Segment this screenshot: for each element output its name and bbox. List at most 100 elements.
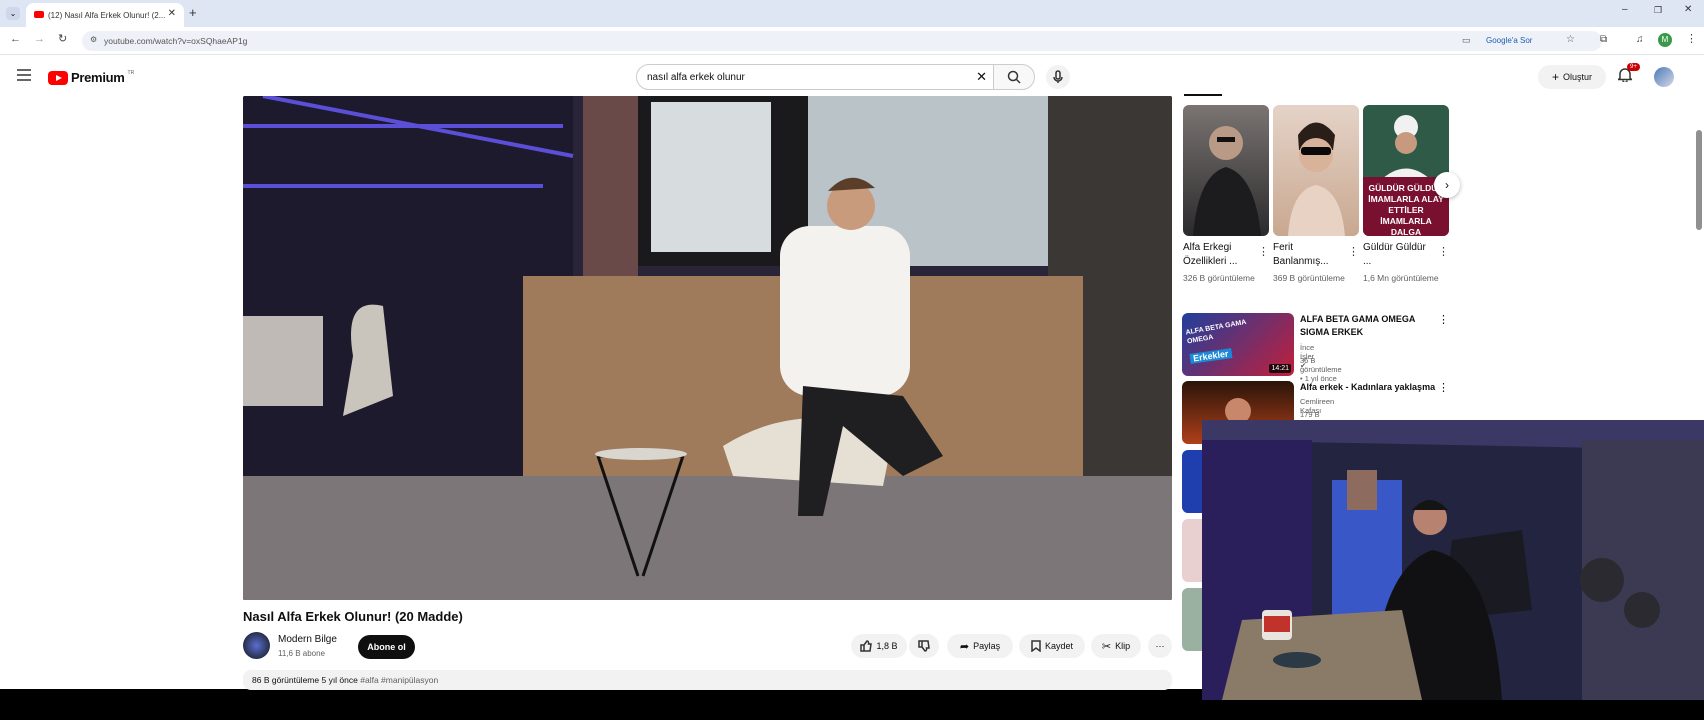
shelf-next-button[interactable]: › — [1434, 172, 1460, 198]
google-ask-button[interactable]: Google'a Sor — [1486, 36, 1532, 45]
browser-toolbar: ← → ↻ ⚙ youtube.com/watch?v=oxSQhaeAP1g … — [0, 27, 1704, 55]
create-label: Oluştur — [1563, 72, 1593, 82]
bookmark-star-icon[interactable]: ☆ — [1566, 34, 1575, 45]
site-info-icon[interactable]: ⚙ — [90, 35, 97, 44]
video-player[interactable] — [243, 96, 1172, 600]
video-description[interactable]: 86 B görüntüleme 5 yıl önce #alfa #manip… — [243, 670, 1172, 690]
subscribe-button[interactable]: Abone ol — [358, 635, 415, 659]
channel-name[interactable]: Modern Bilge — [278, 634, 337, 645]
tab-list-button[interactable]: ⌄ — [6, 7, 20, 20]
short-views: 326 B görüntüleme — [1183, 273, 1255, 283]
more-vertical-icon[interactable]: ⋮ — [1348, 245, 1359, 258]
voice-search-button[interactable] — [1046, 65, 1070, 89]
account-avatar[interactable] — [1654, 67, 1674, 87]
create-button[interactable]: + Oluştur — [1538, 65, 1606, 89]
close-window-icon[interactable]: ✕ — [1684, 4, 1692, 15]
short-thumbnail — [1273, 105, 1359, 236]
back-icon[interactable]: ← — [10, 33, 21, 45]
new-tab-icon[interactable]: + — [189, 5, 197, 20]
thumbs-down-icon — [918, 640, 930, 652]
address-bar[interactable]: ⚙ youtube.com/watch?v=oxSQhaeAP1g ▭ Goog… — [82, 31, 1602, 51]
hashtags[interactable]: #alfa #manipülasyon — [360, 675, 438, 685]
search-value: nasıl alfa erkek olunur — [647, 71, 745, 83]
video-title: ALFA BETA GAMA OMEGA SIGMA ERKEK — [1300, 314, 1415, 337]
thumbs-up-icon — [860, 640, 873, 652]
shelf-tab-underline — [1184, 94, 1222, 96]
clear-search-icon[interactable]: ✕ — [976, 69, 987, 85]
webcam-overlay — [1202, 420, 1704, 700]
short-item[interactable]: Ferit Banlanmış... 369 B görüntüleme ⋮ — [1273, 105, 1361, 285]
tab-title: (12) Nasıl Alfa Erkek Olunur! (2... — [48, 10, 166, 20]
plus-icon: + — [1551, 70, 1559, 84]
scissors-icon: ✂ — [1101, 640, 1112, 653]
video-title: Nasıl Alfa Erkek Olunur! (20 Madde) — [243, 609, 463, 624]
close-tab-icon[interactable]: ✕ — [168, 8, 176, 19]
logo-text: Premium — [71, 70, 125, 85]
upload-age: 5 yıl önce — [321, 675, 358, 685]
share-icon: ➦ — [959, 640, 970, 653]
more-actions-button[interactable]: ⋯ — [1148, 634, 1172, 658]
short-thumbnail: GÜLDÜR GÜLDÜR İMAMLARLA ALAY ETTİLER İMA… — [1363, 105, 1449, 236]
save-label: Kaydet — [1044, 641, 1074, 651]
short-title: Alfa Erkegi Özellikleri ... — [1183, 242, 1238, 267]
maximize-icon[interactable]: ❐ — [1654, 5, 1662, 16]
like-button[interactable]: 1,8 B — [851, 634, 907, 658]
thumbnail-overlay-text: ALFA BETA GAMA OMEGA — [1185, 319, 1247, 346]
youtube-play-icon — [48, 70, 68, 85]
install-icon[interactable]: ▭ — [1462, 35, 1471, 46]
share-button[interactable]: ➦ Paylaş — [947, 634, 1013, 658]
more-vertical-icon[interactable]: ⋮ — [1438, 381, 1449, 394]
short-title: Ferit Banlanmış... — [1273, 242, 1329, 267]
search-button[interactable] — [993, 64, 1035, 90]
dislike-button[interactable] — [909, 634, 939, 658]
thumbnail-overlay-text-2: Erkekler — [1189, 348, 1233, 364]
like-count: 1,8 B — [876, 641, 898, 651]
search-input[interactable]: nasıl alfa erkek olunur ✕ — [636, 64, 994, 90]
video-frame — [243, 96, 1172, 600]
page-scrollbar[interactable] — [1696, 130, 1702, 230]
browser-tab-strip: ⌄ (12) Nasıl Alfa Erkek Olunur! (2... ✕ … — [0, 0, 1704, 27]
video-meta: 36 B görüntüleme • 1 yıl önce — [1300, 356, 1342, 383]
person-thumbnail — [1288, 122, 1345, 236]
chevron-right-icon: › — [1445, 178, 1449, 192]
recommended-thumbnail-partial[interactable] — [1182, 588, 1202, 651]
recommended-thumbnail-partial[interactable] — [1182, 519, 1202, 582]
more-vertical-icon[interactable]: ⋮ — [1438, 245, 1449, 258]
extensions-icon[interactable]: ⧉ — [1600, 34, 1607, 45]
search-icon — [1007, 70, 1021, 84]
short-views: 369 B görüntüleme — [1273, 273, 1345, 283]
more-vertical-icon[interactable]: ⋮ — [1438, 313, 1449, 326]
forward-icon[interactable]: → — [34, 33, 45, 45]
clip-label: Klip — [1115, 641, 1131, 651]
reload-icon[interactable]: ↻ — [58, 32, 67, 45]
clip-button[interactable]: ✂ Klip — [1091, 634, 1141, 658]
view-count: 86 B görüntüleme — [252, 675, 320, 685]
browser-menu-icon[interactable]: ⋮ — [1686, 32, 1697, 45]
short-title: Güldür Güldür ... — [1363, 242, 1426, 267]
short-item[interactable]: Alfa Erkegi Özellikleri ... 326 B görünt… — [1183, 105, 1271, 285]
share-label: Paylaş — [973, 641, 1001, 651]
save-button[interactable]: Kaydet — [1019, 634, 1085, 658]
url-text: youtube.com/watch?v=oxSQhaeAP1g — [104, 36, 248, 46]
microphone-icon — [1053, 70, 1063, 83]
guide-menu-icon[interactable] — [17, 68, 31, 86]
video-duration: 14:21 — [1269, 364, 1291, 373]
media-icon[interactable]: ♫ — [1636, 34, 1644, 45]
youtube-favicon-icon — [34, 11, 44, 18]
video-thumbnail: ALFA BETA GAMA OMEGA Erkekler 14:21 — [1182, 313, 1294, 376]
person-thumbnail — [1193, 126, 1261, 236]
short-views: 1,6 Mn görüntüleme — [1363, 273, 1439, 283]
profile-avatar[interactable]: M — [1658, 33, 1672, 47]
channel-avatar[interactable] — [243, 632, 270, 659]
bookmark-icon — [1031, 640, 1041, 652]
recommended-thumbnail-partial[interactable] — [1182, 450, 1202, 513]
recommended-video[interactable]: ALFA BETA GAMA OMEGA Erkekler 14:21 ALFA… — [1182, 313, 1449, 383]
streamer-webcam — [1202, 420, 1704, 700]
more-vertical-icon[interactable]: ⋮ — [1258, 245, 1269, 258]
minimize-icon[interactable]: – — [1622, 4, 1628, 15]
youtube-premium-logo[interactable]: Premium TR — [48, 70, 134, 85]
notification-badge: 9+ — [1627, 63, 1640, 71]
more-horizontal-icon: ⋯ — [1155, 640, 1165, 651]
browser-tab-youtube[interactable]: (12) Nasıl Alfa Erkek Olunur! (2... ✕ — [26, 3, 184, 27]
logo-country: TR — [127, 70, 135, 76]
